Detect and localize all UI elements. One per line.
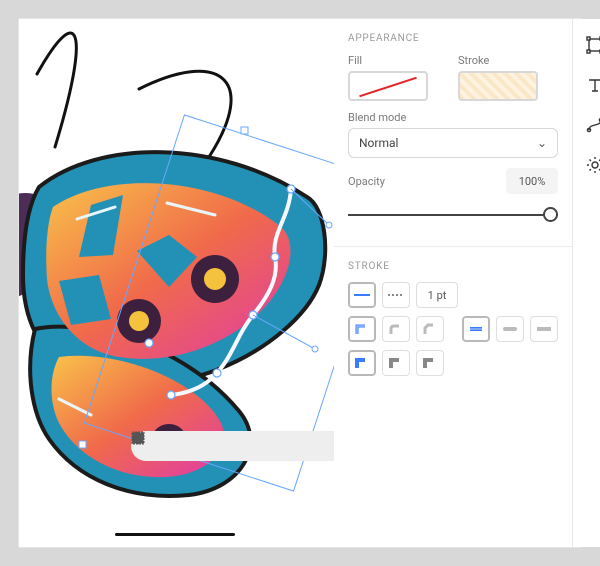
cap-round[interactable] <box>496 316 524 342</box>
properties-panel: APPEARANCE Fill Stroke Blend mode Normal… <box>334 19 573 547</box>
app-window: APPEARANCE Fill Stroke Blend mode Normal… <box>18 18 582 548</box>
type-icon[interactable] <box>585 75 600 95</box>
stroke-style-solid[interactable] <box>348 282 376 308</box>
cap-butt[interactable] <box>462 316 490 342</box>
blend-mode-value: Normal <box>359 136 398 150</box>
list-icon[interactable] <box>167 438 183 454</box>
opacity-value[interactable]: 100% <box>506 168 558 194</box>
move-icon[interactable] <box>219 438 235 454</box>
opacity-label: Opacity <box>348 175 385 188</box>
cap-square[interactable] <box>530 316 558 342</box>
divider <box>334 246 572 247</box>
appearance-title: APPEARANCE <box>348 33 558 44</box>
fill-label: Fill <box>348 54 448 67</box>
repeat-icon[interactable] <box>297 438 313 454</box>
stroke-label: Stroke <box>458 54 558 67</box>
fill-swatch[interactable] <box>348 71 428 101</box>
align-stroke-center[interactable] <box>348 350 376 376</box>
opacity-slider[interactable] <box>348 202 558 228</box>
corner-round[interactable] <box>382 316 410 342</box>
stroke-title: STROKE <box>348 261 558 272</box>
duplicate-icon[interactable] <box>271 438 287 454</box>
align-stroke-inside[interactable] <box>382 350 410 376</box>
unlock-icon[interactable] <box>245 438 261 454</box>
align-icon[interactable] <box>193 438 209 454</box>
artboard[interactable] <box>19 19 334 547</box>
blend-label: Blend mode <box>348 111 558 124</box>
align-stroke-outside[interactable] <box>416 350 444 376</box>
trash-icon[interactable] <box>323 438 334 454</box>
contextual-toolbar <box>131 431 334 461</box>
stroke-style-dashed[interactable] <box>382 282 410 308</box>
blend-mode-select[interactable]: Normal ⌄ <box>348 128 558 158</box>
stroke-swatch[interactable] <box>458 71 538 101</box>
path-icon[interactable] <box>585 115 600 135</box>
corner-miter[interactable] <box>348 316 376 342</box>
right-tool-strip <box>573 19 600 547</box>
home-indicator <box>115 533 235 536</box>
bounding-box-icon[interactable] <box>585 35 600 55</box>
stroke-weight-field[interactable]: 1 pt <box>416 282 458 308</box>
corner-bevel[interactable] <box>416 316 444 342</box>
chevron-down-icon: ⌄ <box>537 136 547 150</box>
gear-icon[interactable] <box>585 155 600 175</box>
slider-knob[interactable] <box>543 207 558 222</box>
